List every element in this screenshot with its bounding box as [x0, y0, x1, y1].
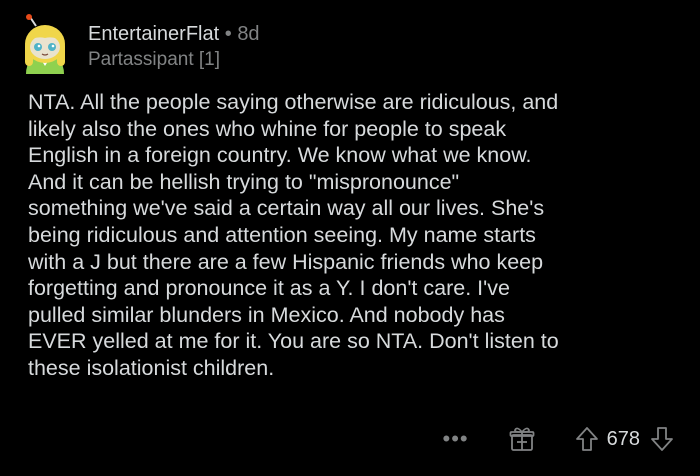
downvote-button[interactable] — [650, 426, 674, 452]
user-flair: Partassipant [1] — [88, 49, 221, 70]
comment-actions: ••• 678 — [443, 424, 674, 454]
avatar[interactable] — [16, 14, 74, 74]
comment-age: 8d — [237, 23, 260, 45]
upvote-icon — [575, 427, 598, 451]
upvote-button[interactable] — [575, 426, 599, 452]
comment-header: EntertainerFlat • 8d Partassipant [1] — [16, 14, 260, 74]
award-icon — [509, 427, 535, 451]
vote-score: 678 — [606, 428, 640, 450]
comment-body: NTA. All the people saying otherwise are… — [28, 90, 559, 380]
separator-dot: • — [224, 23, 232, 45]
author-line: EntertainerFlat • 8d — [88, 22, 260, 46]
downvote-icon — [651, 427, 673, 451]
author-name[interactable]: EntertainerFlat — [88, 23, 219, 45]
comment: EntertainerFlat • 8d Partassipant [1] NT… — [0, 0, 700, 476]
award-button[interactable] — [509, 426, 535, 452]
avatar-icon — [25, 14, 65, 74]
comment-meta: EntertainerFlat • 8d Partassipant [1] — [88, 22, 260, 72]
more-options-button[interactable]: ••• — [443, 424, 469, 454]
